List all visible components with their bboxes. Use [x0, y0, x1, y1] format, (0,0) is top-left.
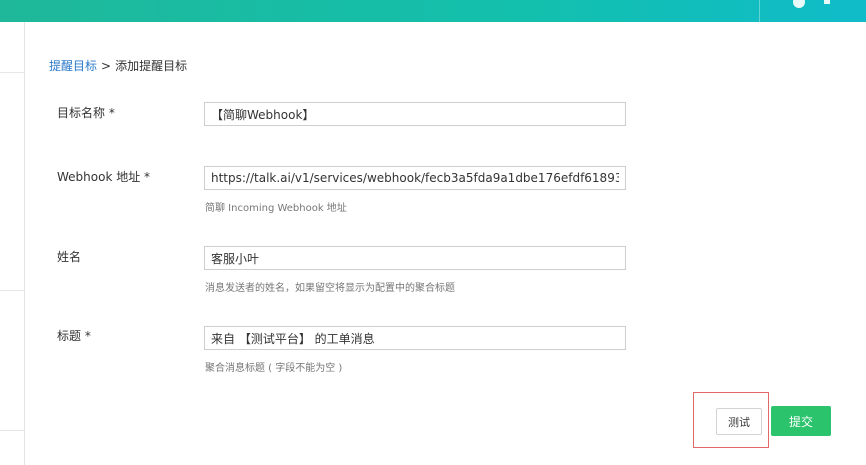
title-input[interactable]	[204, 326, 626, 350]
test-button[interactable]: 测试	[716, 408, 762, 435]
breadcrumb-separator: >	[101, 59, 112, 73]
title-label: 标题 *	[57, 329, 91, 343]
chevron-down-icon[interactable]	[824, 0, 830, 4]
sender-name-help: 消息发送者的姓名，如果留空将显示为配置中的聚合标题	[205, 283, 455, 294]
sidebar-divider	[0, 290, 24, 291]
sender-name-input[interactable]	[204, 246, 626, 270]
submit-button[interactable]: 提交	[771, 406, 831, 436]
user-avatar-icon[interactable]	[793, 0, 805, 8]
target-name-label: 目标名称 *	[57, 106, 115, 120]
breadcrumb: 提醒目标 > 添加提醒目标	[49, 57, 187, 74]
sidebar	[0, 22, 25, 465]
top-navigation-bar	[0, 0, 866, 22]
sidebar-divider	[0, 72, 24, 73]
breadcrumb-current: 添加提醒目标	[115, 59, 188, 73]
webhook-url-input[interactable]	[204, 166, 626, 190]
webhook-url-help: 简聊 Incoming Webhook 地址	[205, 203, 347, 214]
breadcrumb-link-targets[interactable]: 提醒目标	[49, 59, 97, 73]
title-help: 聚合消息标题 ( 字段不能为空 )	[205, 363, 343, 374]
sidebar-divider	[0, 430, 24, 431]
target-name-input[interactable]	[204, 102, 626, 126]
sender-name-label: 姓名	[57, 250, 82, 264]
webhook-url-label: Webhook 地址 *	[57, 170, 151, 184]
topbar-divider	[759, 0, 760, 22]
